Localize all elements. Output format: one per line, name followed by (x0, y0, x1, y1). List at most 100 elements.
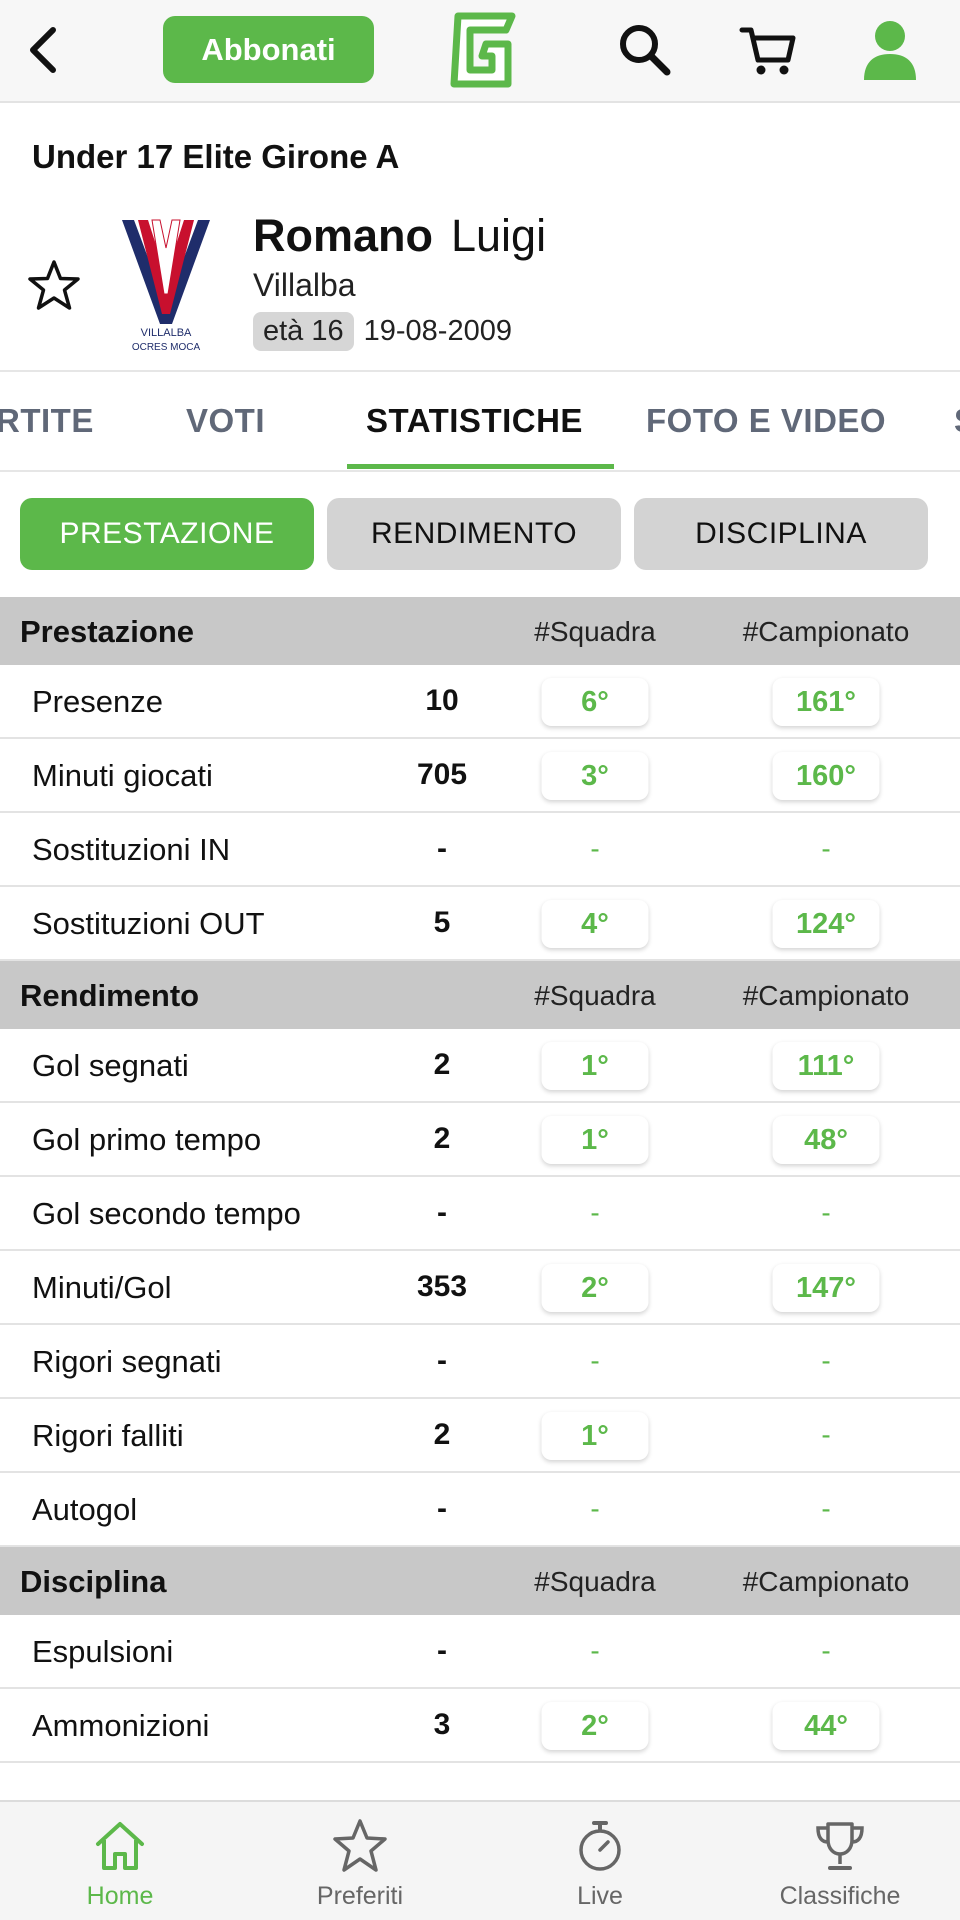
subscribe-button[interactable]: Abbonati (163, 16, 374, 83)
segment-disciplina[interactable]: DISCIPLINA (634, 498, 928, 570)
team-rank-empty: - (590, 833, 600, 864)
svg-text:OCRES MOCA: OCRES MOCA (132, 342, 201, 353)
team-rank-empty: - (590, 1635, 600, 1666)
section-title: Disciplina (20, 1564, 167, 1599)
league-title: Under 17 Elite Girone A (32, 138, 400, 175)
stat-label: Minuti/Gol (32, 1270, 172, 1305)
nav-home-label: Home (86, 1882, 154, 1910)
tab-foto-video[interactable]: FOTO E VIDEO (646, 402, 886, 440)
favorite-star-icon[interactable] (26, 258, 82, 314)
stat-value: - (437, 1492, 447, 1525)
bottom-nav: Home Preferiti Live Classifiche (0, 1800, 960, 1920)
league-rank-empty: - (821, 1493, 831, 1524)
stat-value: - (437, 1634, 447, 1667)
back-icon (30, 27, 56, 73)
column-header-squadra: #Squadra (534, 980, 656, 1011)
club-logo: VILLALBA OCRES MOCA (122, 219, 210, 353)
league-rank-badge: 160° (772, 752, 880, 800)
league-rank-empty: - (821, 1635, 831, 1666)
league-rank-empty: - (821, 833, 831, 864)
player-team[interactable]: Villalba (253, 267, 356, 304)
tab-partite[interactable]: RTITE (0, 402, 94, 440)
stat-value: 353 (416, 1270, 468, 1303)
team-rank-empty: - (590, 1197, 600, 1228)
cart-icon[interactable] (738, 20, 798, 80)
table-row[interactable]: Sostituzioni OUT 5 4° 124° (0, 887, 960, 961)
table-row[interactable]: Rigori falliti 2 1° - (0, 1399, 960, 1473)
stat-value: 10 (425, 684, 459, 717)
league-rank-badge: 147° (772, 1264, 880, 1312)
league-rank-badge: 111° (772, 1042, 880, 1090)
nav-home[interactable]: Home (0, 1802, 240, 1920)
segment-prestazione[interactable]: PRESTAZIONE (20, 498, 314, 570)
table-row[interactable]: Sostituzioni IN - - - (0, 813, 960, 887)
team-rank-badge: 1° (541, 1116, 649, 1164)
league-rank-empty: - (821, 1419, 831, 1450)
league-rank-badge: 44° (772, 1702, 880, 1750)
tab-next[interactable]: S (954, 402, 960, 440)
nav-live-label: Live (577, 1882, 623, 1910)
stat-value: - (437, 1196, 447, 1229)
stat-label: Sostituzioni IN (32, 832, 231, 867)
nav-classifiche-label: Classifiche (779, 1882, 901, 1910)
age-row: età 16 19-08-2009 (253, 312, 512, 351)
table-row[interactable]: Espulsioni - - - (0, 1615, 960, 1689)
table-row[interactable]: Gol primo tempo 2 1° 48° (0, 1103, 960, 1177)
stat-value: 2 (433, 1122, 451, 1155)
section-title: Rendimento (20, 978, 200, 1013)
stat-value: 705 (416, 758, 468, 791)
player-first-name: Luigi (451, 210, 547, 261)
team-rank-badge: 3° (541, 752, 649, 800)
back-button[interactable] (14, 20, 74, 80)
column-header-squadra: #Squadra (534, 1566, 656, 1597)
player-name: Romano Luigi (253, 210, 546, 262)
team-rank-badge: 1° (541, 1042, 649, 1090)
table-row[interactable]: Gol segnati 2 1° 111° (0, 1029, 960, 1103)
column-header-squadra: #Squadra (534, 616, 656, 647)
table-row[interactable]: Minuti/Gol 353 2° 147° (0, 1251, 960, 1325)
tab-bar: RTITE VOTI STATISTICHE FOTO E VIDEO S (0, 372, 960, 472)
team-rank-empty: - (590, 1493, 600, 1524)
stat-label: Autogol (32, 1492, 138, 1527)
user-icon[interactable] (860, 18, 920, 82)
stat-value: - (437, 832, 447, 865)
stat-label: Gol secondo tempo (32, 1196, 301, 1231)
birthdate: 19-08-2009 (363, 315, 512, 347)
team-rank-empty: - (590, 1345, 600, 1376)
nav-classifiche[interactable]: Classifiche (720, 1802, 960, 1920)
app-logo-icon[interactable] (440, 10, 520, 90)
section-title: Prestazione (20, 614, 195, 649)
league-rank-badge: 161° (772, 678, 880, 726)
table-row[interactable]: Minuti giocati 705 3° 160° (0, 739, 960, 813)
tab-voti[interactable]: VOTI (186, 402, 265, 440)
stat-label: Gol primo tempo (32, 1122, 262, 1157)
stat-value: - (437, 1344, 447, 1377)
stat-label: Sostituzioni OUT (32, 906, 265, 941)
segment-rendimento[interactable]: RENDIMENTO (327, 498, 621, 570)
league-rank-empty: - (821, 1345, 831, 1376)
stat-value: 5 (433, 906, 451, 939)
table-row[interactable]: Autogol - - - (0, 1473, 960, 1547)
table-row[interactable]: Rigori segnati - - - (0, 1325, 960, 1399)
stat-value: 3 (433, 1708, 451, 1741)
stat-label: Rigori segnati (32, 1344, 222, 1379)
team-rank-badge: 4° (541, 900, 649, 948)
column-header-campionato: #Campionato (742, 980, 910, 1011)
tab-statistiche[interactable]: STATISTICHE (366, 402, 583, 440)
table-row[interactable]: Gol secondo tempo - - - (0, 1177, 960, 1251)
column-header-campionato: #Campionato (742, 616, 910, 647)
stat-value: 2 (433, 1048, 451, 1081)
nav-preferiti[interactable]: Preferiti (240, 1802, 480, 1920)
league-rank-empty: - (821, 1197, 831, 1228)
trophy-icon (816, 1822, 864, 1870)
star-icon (333, 1819, 387, 1872)
svg-text:VILLALBA: VILLALBA (141, 327, 192, 339)
table-row[interactable]: Presenze 10 6° 161° (0, 665, 960, 739)
league-rank-badge: 124° (772, 900, 880, 948)
table-row[interactable]: Ammonizioni 3 2° 44° (0, 1689, 960, 1763)
stat-label: Minuti giocati (32, 758, 213, 793)
league-rank-badge: 48° (772, 1116, 880, 1164)
nav-live[interactable]: Live (480, 1802, 720, 1920)
stat-value: 2 (433, 1418, 451, 1451)
search-icon[interactable] (615, 20, 675, 80)
